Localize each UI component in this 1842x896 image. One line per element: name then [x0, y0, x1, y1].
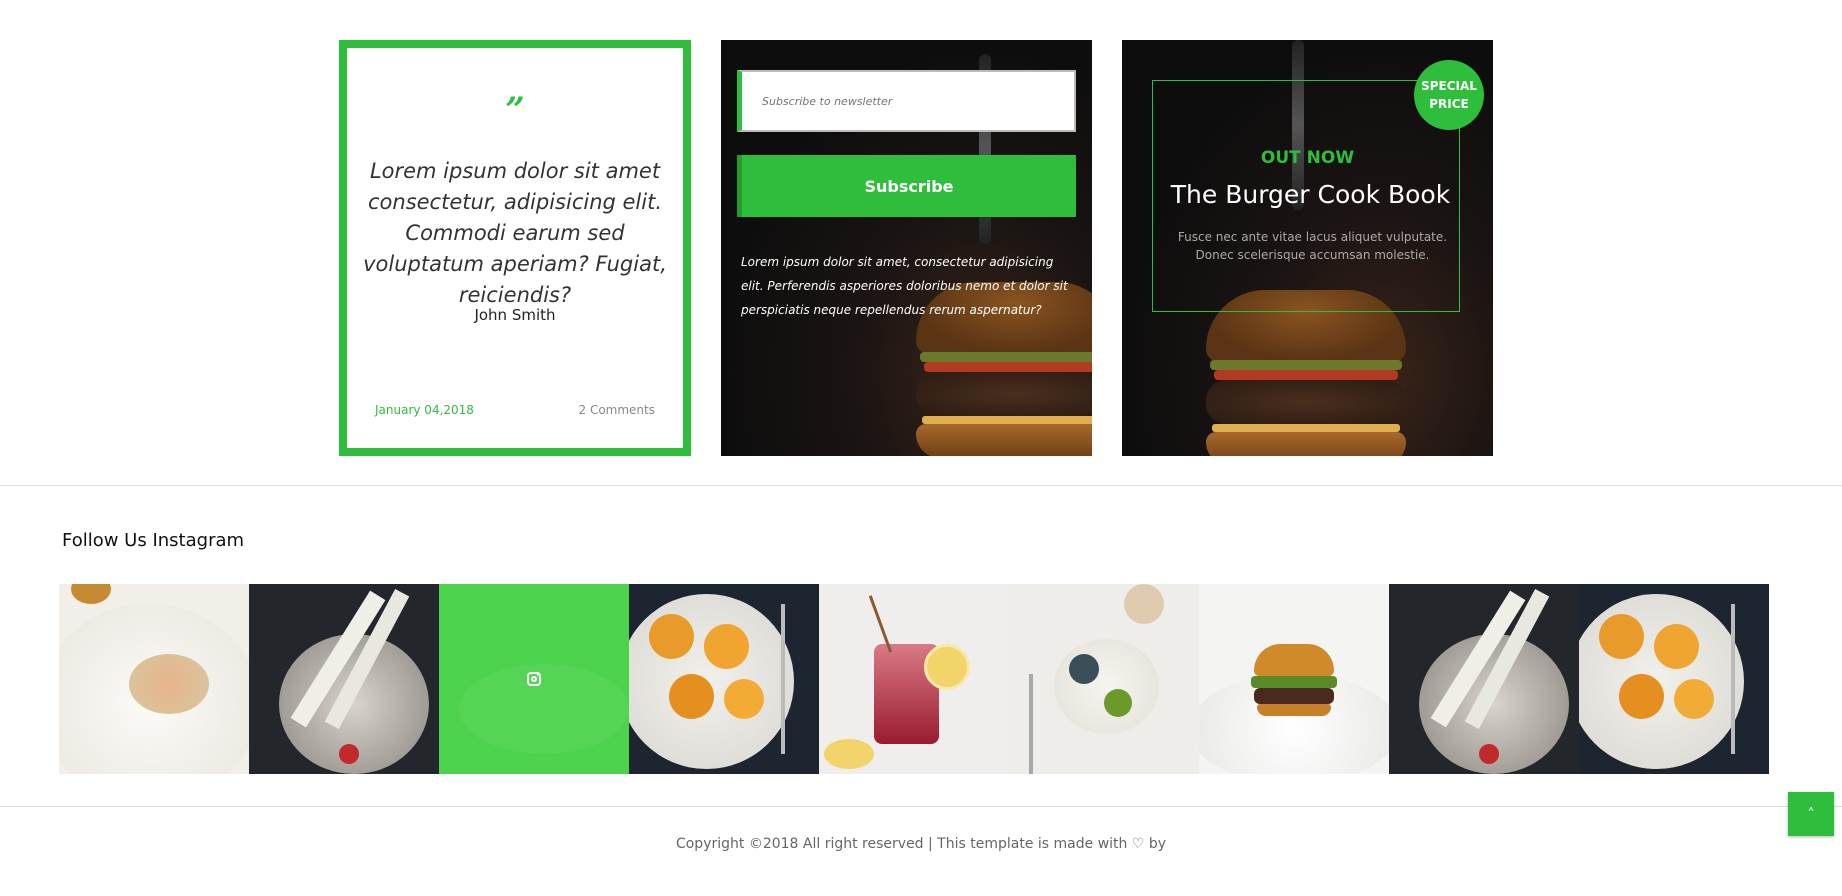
book-description: Fusce nec ante vitae lacus aliquet vulpu… [1177, 230, 1448, 262]
instagram-tile[interactable] [1009, 584, 1199, 774]
out-now-label: OUT NOW [1260, 148, 1355, 168]
instagram-tile[interactable] [1579, 584, 1769, 774]
special-price-badge: SPECIAL PRICE [1414, 60, 1484, 130]
instagram-icon [527, 672, 541, 686]
instagram-tile[interactable] [629, 584, 819, 774]
subscribe-button[interactable]: Subscribe [737, 155, 1076, 217]
newsletter-description: Lorem ipsum dolor sit amet, consectetur … [741, 255, 1068, 317]
instagram-tile[interactable] [1389, 584, 1579, 774]
instagram-tile[interactable] [59, 584, 249, 774]
burger-photo [1206, 290, 1406, 456]
newsletter-card: Subscribe Lorem ipsum dolor sit amet, co… [721, 40, 1092, 456]
instagram-section-title: Follow Us Instagram [62, 530, 245, 551]
newsletter-email-input[interactable] [742, 72, 1074, 130]
newsletter-email-field[interactable] [737, 70, 1076, 132]
comments-link[interactable]: 2 Comments [579, 403, 656, 417]
instagram-tile[interactable] [1199, 584, 1389, 774]
post-date-link[interactable]: January 04,2018 [375, 403, 474, 417]
testimonial-author: John Smith [474, 306, 556, 324]
back-to-top-button[interactable]: ˄ [1788, 792, 1834, 836]
instagram-tile[interactable] [249, 584, 439, 774]
chevron-up-icon: ˄ [1807, 804, 1815, 824]
footer-copyright: Copyright ©2018 All right reserved | Thi… [675, 836, 1167, 852]
instagram-gallery [59, 584, 1771, 774]
testimonial-card: ” Lorem ipsum dolor sit amet consectetur… [339, 40, 691, 456]
cookbook-promo-card[interactable]: SPECIAL PRICE OUT NOW The Burger Cook Bo… [1122, 40, 1493, 456]
book-title: The Burger Cook Book [1170, 180, 1451, 209]
instagram-tile[interactable] [819, 584, 1009, 774]
testimonial-quote: Lorem ipsum dolor sit amet consectetur, … [363, 159, 667, 307]
quote-icon: ” [505, 90, 525, 130]
section-divider [0, 485, 1842, 486]
footer-divider [0, 806, 1842, 807]
instagram-tile-hover[interactable] [439, 584, 629, 774]
